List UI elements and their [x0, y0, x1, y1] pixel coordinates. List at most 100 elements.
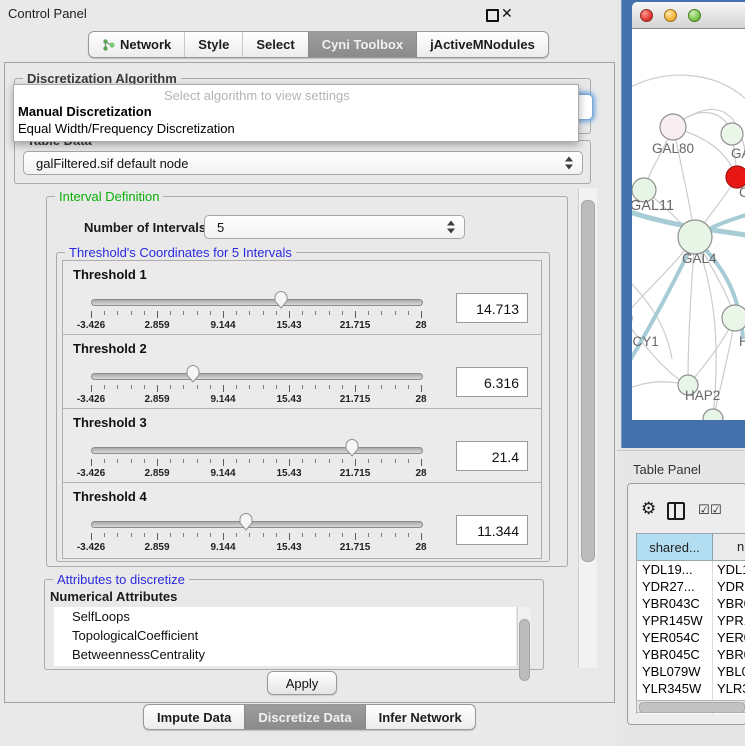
- table-horizontal-scrollbar[interactable]: [636, 700, 745, 713]
- threshold-label: Threshold 1: [73, 267, 147, 282]
- tab-style[interactable]: Style: [184, 32, 242, 57]
- split-columns-icon[interactable]: [667, 502, 685, 520]
- network-canvas[interactable]: GAL80 GA C GAL11 GAL4 GCY1 H HAP2: [632, 29, 745, 420]
- network-icon: [102, 38, 115, 51]
- slider-track[interactable]: [91, 299, 423, 306]
- tab-jactivemnodules[interactable]: jActiveMNodules: [416, 32, 548, 57]
- cell-name: YLR3...: [717, 680, 745, 697]
- table-row[interactable]: YDR27...YDR2...: [637, 578, 745, 595]
- cell-shared-name: YBR045C: [642, 646, 700, 663]
- attribute-list-item[interactable]: TopologicalCoefficient: [54, 626, 516, 645]
- node-bottom-partial[interactable]: [703, 409, 723, 420]
- node-label-hap2: HAP2: [685, 388, 720, 403]
- cell-name: YER0...: [717, 629, 745, 646]
- threshold-slider[interactable]: -3.4262.8599.14415.4321.71528: [89, 511, 423, 555]
- table-row[interactable]: YDL19...YDL1...: [637, 561, 745, 578]
- slider-track[interactable]: [91, 373, 423, 380]
- column-header-name[interactable]: n: [737, 539, 744, 554]
- tab-discretize-data[interactable]: Discretize Data: [244, 705, 364, 729]
- tab-network[interactable]: Network: [89, 32, 184, 57]
- table-row[interactable]: YER054CYER0...: [637, 629, 745, 646]
- node-label-gal11: GAL11: [632, 198, 674, 214]
- threshold-label: Threshold 2: [73, 341, 147, 356]
- column-header-shared-name[interactable]: shared...: [637, 534, 713, 560]
- scrollbar-thumb[interactable]: [639, 702, 745, 713]
- float-window-icon[interactable]: [486, 9, 499, 22]
- zoom-traffic-light-icon[interactable]: [688, 9, 701, 22]
- attributes-group-title: Attributes to discretize: [53, 572, 189, 587]
- slider-thumb[interactable]: [186, 364, 201, 383]
- network-graph: GAL80 GA C GAL11 GAL4 GCY1 H HAP2: [632, 29, 745, 420]
- close-traffic-light-icon[interactable]: [640, 9, 653, 22]
- threshold-slider[interactable]: -3.4262.8599.14415.4321.71528: [89, 363, 423, 407]
- slider-tick-labels: -3.4262.8599.14415.4321.71528: [89, 320, 423, 332]
- threshold-panel: Threshold 3 -3.4262.8599.14415.4321.7152…: [63, 409, 541, 483]
- number-of-intervals-label: Number of Intervals: [84, 220, 206, 235]
- tab-impute-data[interactable]: Impute Data: [144, 705, 244, 729]
- network-view-window: GAL80 GA C GAL11 GAL4 GCY1 H HAP2: [621, 0, 745, 448]
- select-all-checkbox-icon[interactable]: ☑: [698, 502, 709, 518]
- attribute-list-item[interactable]: BetweennessCentrality: [54, 645, 516, 664]
- node-gal80[interactable]: [660, 114, 686, 140]
- node-label-partial-h: H: [739, 334, 745, 349]
- threshold-slider[interactable]: -3.4262.8599.14415.4321.71528: [89, 289, 423, 333]
- dropdown-option-manual-discretization[interactable]: Manual Discretization: [18, 104, 152, 119]
- tab-label: Infer Network: [379, 710, 462, 725]
- combo-arrows-icon: [565, 157, 573, 170]
- table-row[interactable]: YBR045C YBR0...: [637, 646, 745, 663]
- numerical-attributes-list[interactable]: SelfLoopsTopologicalCoefficientBetweenne…: [54, 607, 516, 666]
- table-row[interactable]: YBR043CYBR0...: [637, 595, 745, 612]
- threshold-value-field[interactable]: 14.713: [456, 293, 528, 323]
- slider-track[interactable]: [91, 521, 423, 528]
- tab-label: Cyni Toolbox: [322, 37, 403, 52]
- cell-shared-name: YBL079W: [642, 663, 701, 680]
- threshold-slider[interactable]: -3.4262.8599.14415.4321.71528: [89, 437, 423, 481]
- scrollbar-thumb[interactable]: [581, 200, 595, 562]
- number-of-intervals-combobox[interactable]: 5: [204, 215, 465, 239]
- threshold-value-field[interactable]: 6.316: [456, 367, 528, 397]
- threshold-value-field[interactable]: 11.344: [456, 515, 528, 545]
- network-window-titlebar[interactable]: [632, 2, 745, 29]
- slider-thumb[interactable]: [274, 290, 289, 309]
- table-data-combobox[interactable]: galFiltered.sif default node: [23, 151, 583, 175]
- node-green-right[interactable]: [722, 305, 745, 331]
- numerical-attributes-label: Numerical Attributes: [50, 589, 177, 604]
- table-row[interactable]: YPR145WYPR1...: [637, 612, 745, 629]
- slider-track[interactable]: [91, 447, 423, 454]
- node-gal4[interactable]: [678, 220, 712, 254]
- tab-select[interactable]: Select: [242, 32, 307, 57]
- tab-label: Style: [198, 37, 229, 52]
- interval-definition-title: Interval Definition: [55, 189, 163, 204]
- cell-name: YBR0...: [717, 646, 745, 663]
- apply-button[interactable]: Apply: [267, 671, 337, 695]
- slider-ticks: [89, 533, 423, 541]
- minimize-traffic-light-icon[interactable]: [664, 9, 677, 22]
- tab-label: Select: [256, 37, 294, 52]
- slider-thumb[interactable]: [344, 438, 359, 457]
- cell-shared-name: YDR27...: [642, 578, 695, 595]
- slider-ticks: [89, 459, 423, 467]
- right-side: GAL80 GA C GAL11 GAL4 GCY1 H HAP2 Table …: [617, 0, 745, 745]
- cell-name: YBR0...: [717, 595, 745, 612]
- settings-scrollbar[interactable]: [578, 188, 597, 668]
- bottom-tab-bar: Impute Data Discretize Data Infer Network: [143, 704, 476, 730]
- node-green-top[interactable]: [721, 123, 743, 145]
- attribute-list-item[interactable]: SelfLoops: [54, 607, 516, 626]
- table-row[interactable]: YBL079WYBL0...: [637, 663, 745, 680]
- close-icon[interactable]: ✕: [501, 5, 513, 22]
- gear-icon[interactable]: ⚙: [641, 500, 656, 518]
- threshold-value-field[interactable]: 21.4: [456, 441, 528, 471]
- table-row[interactable]: YLR345WYLR3...: [637, 680, 745, 697]
- tab-infer-network[interactable]: Infer Network: [365, 705, 475, 729]
- dropdown-option-equal-width[interactable]: Equal Width/Frequency Discretization: [18, 121, 235, 136]
- select-none-checkbox-icon[interactable]: ☑: [710, 502, 721, 518]
- control-panel: Control Panel ✕ NetworkStyleSelectCyni T…: [0, 0, 617, 745]
- threshold-panel: Threshold 2 -3.4262.8599.14415.4321.7152…: [63, 335, 541, 409]
- table-panel-region: Table Panel ⚙ ☑ ☑ shared... n YDL19...YD…: [617, 450, 745, 746]
- tab-cyni-toolbox[interactable]: Cyni Toolbox: [308, 32, 416, 57]
- scrollbar-thumb[interactable]: [519, 619, 530, 681]
- top-tab-bar: Network Style Select Cyni Toolbox jActiveMNo…: [88, 31, 549, 58]
- tab-label: Impute Data: [157, 710, 231, 725]
- slider-thumb[interactable]: [239, 512, 254, 531]
- attributes-list-scrollbar[interactable]: [517, 607, 531, 666]
